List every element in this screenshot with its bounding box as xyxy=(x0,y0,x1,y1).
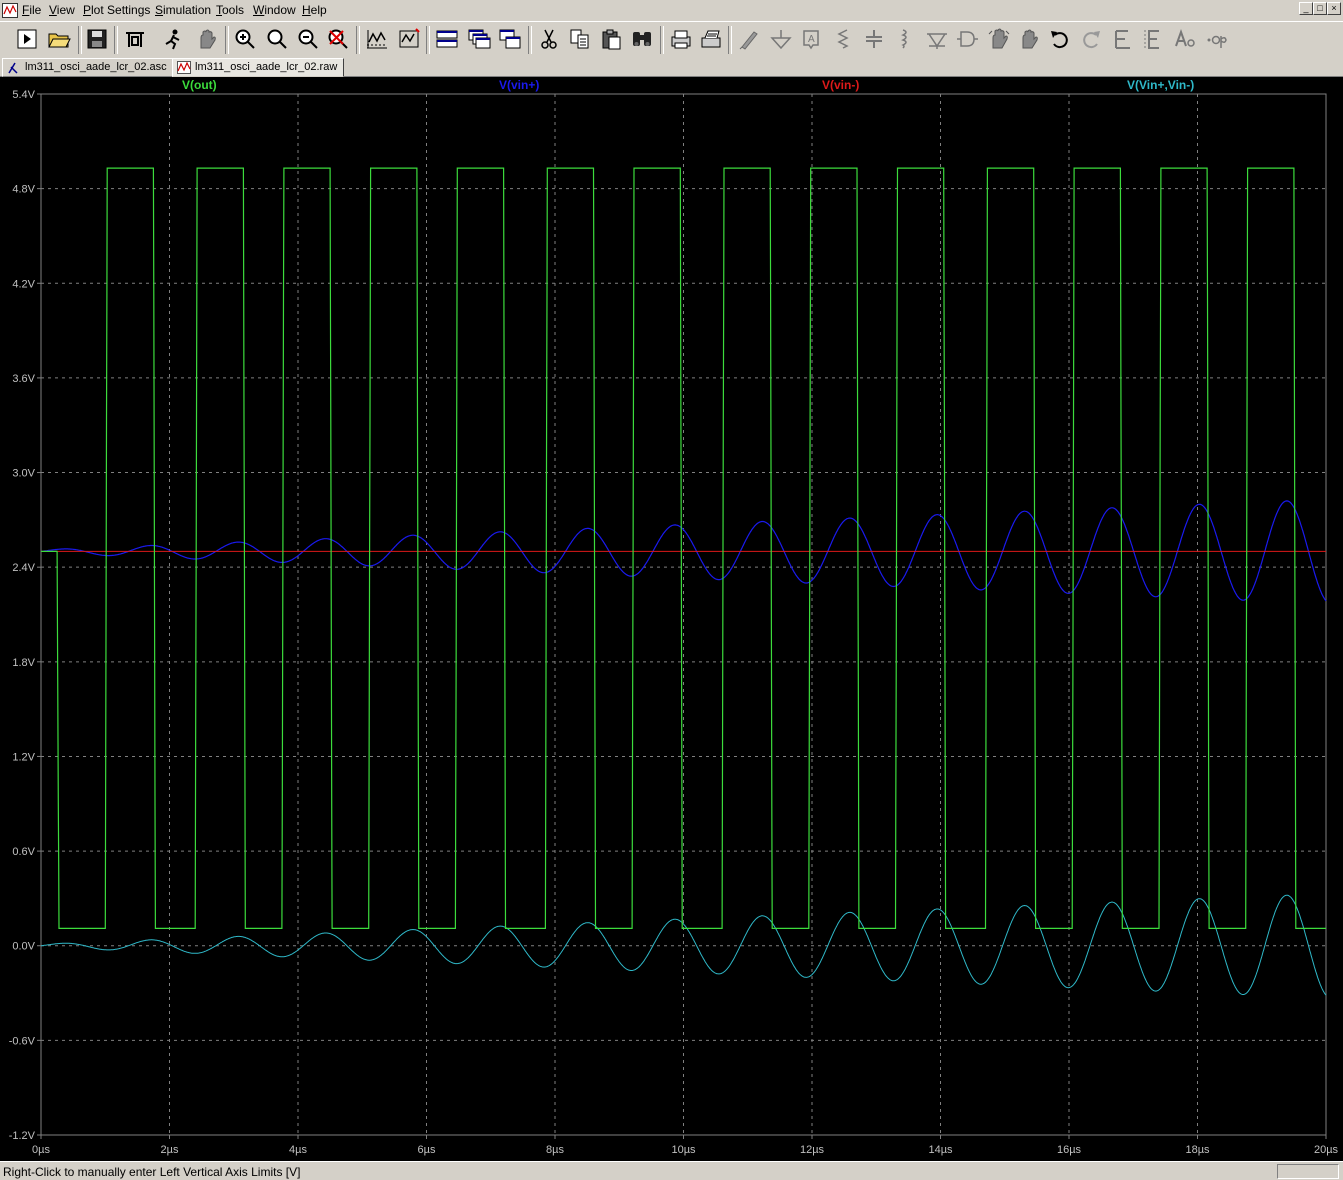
inductor-icon[interactable] xyxy=(892,25,918,53)
app-icon[interactable] xyxy=(2,3,18,18)
y-tick-label: 1.8V xyxy=(12,657,35,669)
diode-icon[interactable] xyxy=(924,25,950,53)
x-tick-label: 8µs xyxy=(546,1144,564,1156)
trace-vdiff xyxy=(41,894,1327,996)
x-tick-label: 16µs xyxy=(1057,1144,1082,1156)
zoom-fit-icon[interactable] xyxy=(264,25,290,53)
x-tick-label: 18µs xyxy=(1185,1144,1210,1156)
document-tabs: lm311_osci_aade_lcr_02.asc lm311_osci_aa… xyxy=(0,57,1343,77)
status-bar: Right-Click to manually enter Left Verti… xyxy=(0,1161,1343,1180)
ground-icon[interactable] xyxy=(768,25,794,53)
paste-icon[interactable] xyxy=(598,25,624,53)
redo-icon[interactable] xyxy=(1078,25,1104,53)
y-tick-label: 0.6V xyxy=(12,846,35,858)
cascade-icon[interactable] xyxy=(466,25,492,53)
menu-tools[interactable]: Tools xyxy=(216,3,244,17)
y-tick-label: -0.6V xyxy=(9,1035,36,1047)
status-text: Right-Click to manually enter Left Verti… xyxy=(3,1165,301,1179)
label-icon[interactable]: A xyxy=(798,25,824,53)
x-tick-label: 20µs xyxy=(1314,1144,1339,1156)
y-tick-label: 3.0V xyxy=(12,468,35,480)
svg-text:A: A xyxy=(808,34,815,45)
y-tick-label: 2.4V xyxy=(12,562,35,574)
mirror-icon[interactable] xyxy=(1140,25,1166,53)
tile-vertical-icon[interactable] xyxy=(497,25,523,53)
plot-pane-icon[interactable] xyxy=(396,25,422,53)
open-icon[interactable] xyxy=(46,25,72,53)
menu-view[interactable]: View xyxy=(49,3,75,17)
menu-plot-settings[interactable]: Plot Settings xyxy=(83,3,150,17)
y-tick-label: -1.2V xyxy=(9,1130,36,1142)
control-panel-icon[interactable] xyxy=(122,25,148,53)
tab-waveform[interactable]: lm311_osci_aade_lcr_02.raw xyxy=(172,58,345,77)
menu-simulation[interactable]: Simulation xyxy=(155,3,211,17)
cut-icon[interactable] xyxy=(536,25,562,53)
halt-icon[interactable] xyxy=(194,25,220,53)
close-button[interactable]: × xyxy=(1327,2,1341,15)
menu-file[interactable]: File xyxy=(22,3,41,17)
zoom-cancel-icon[interactable] xyxy=(325,25,351,53)
x-tick-label: 6µs xyxy=(418,1144,436,1156)
find-icon[interactable] xyxy=(629,25,655,53)
restore-button[interactable]: □ xyxy=(1313,2,1327,15)
plot-canvas[interactable]: 5.4V 4.8V 4.2V 3.6V 3.0V 2.4V 1.8V 1.2V 0.6V 0.0V… xyxy=(0,77,1343,1161)
copy-icon[interactable] xyxy=(567,25,593,53)
rotate-icon[interactable] xyxy=(1110,25,1136,53)
toolbar: A xyxy=(0,21,1343,58)
y-tick-label: 1.2V xyxy=(12,751,35,763)
tile-horizontal-icon[interactable] xyxy=(434,25,460,53)
spice-directive-icon[interactable] xyxy=(1203,25,1229,53)
status-panel xyxy=(1277,1164,1339,1179)
y-tick-label: 0.0V xyxy=(12,941,35,953)
x-tick-label: 12µs xyxy=(800,1144,825,1156)
resistor-icon[interactable] xyxy=(830,25,856,53)
menu-help[interactable]: Help xyxy=(302,3,327,17)
x-tick-label: 10µs xyxy=(671,1144,696,1156)
x-tick-label: 4µs xyxy=(289,1144,307,1156)
component-icon[interactable] xyxy=(954,25,980,53)
print-setup-icon[interactable] xyxy=(698,25,724,53)
drag-icon[interactable] xyxy=(1016,25,1042,53)
y-tick-label: 4.8V xyxy=(12,184,35,196)
menu-bar: File View Plot Settings Simulation Tools… xyxy=(0,0,1343,21)
x-tick-label: 0µs xyxy=(32,1144,50,1156)
y-tick-label: 4.2V xyxy=(12,278,35,290)
zoom-out-icon[interactable] xyxy=(295,25,321,53)
run-simulation-icon[interactable] xyxy=(160,25,186,53)
minimize-button[interactable]: _ xyxy=(1299,2,1313,15)
save-icon[interactable] xyxy=(84,25,110,53)
waveform-plot[interactable]: V(out) V(vin+) V(vin-) V(Vin+,Vin-) 5.4V… xyxy=(0,77,1343,1161)
print-icon[interactable] xyxy=(668,25,694,53)
x-tick-label: 2µs xyxy=(161,1144,179,1156)
menu-window[interactable]: Window xyxy=(253,3,296,17)
y-tick-label: 3.6V xyxy=(12,373,35,385)
wire-icon[interactable] xyxy=(736,25,762,53)
autorange-icon[interactable] xyxy=(364,25,390,53)
y-tick-label: 5.4V xyxy=(12,89,35,101)
run-icon[interactable] xyxy=(14,25,40,53)
capacitor-icon[interactable] xyxy=(861,25,887,53)
move-icon[interactable] xyxy=(986,25,1012,53)
x-tick-label: 14µs xyxy=(928,1144,953,1156)
undo-icon[interactable] xyxy=(1047,25,1073,53)
text-icon[interactable] xyxy=(1172,25,1198,53)
zoom-in-icon[interactable] xyxy=(232,25,258,53)
tab-schematic[interactable]: lm311_osci_aade_lcr_02.asc xyxy=(2,58,174,77)
